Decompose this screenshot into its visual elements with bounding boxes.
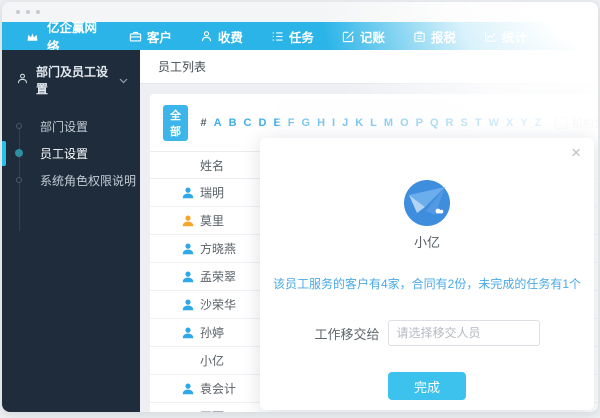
person-blue-icon xyxy=(182,383,194,395)
tab-bar: 员工列表 xyxy=(140,50,598,84)
nav-item-label: 帮助 xyxy=(572,30,598,45)
employee-name-cell: 孙婷 xyxy=(200,326,225,340)
customer-icon xyxy=(129,30,142,43)
timeline-dot xyxy=(16,176,22,183)
filter-all-badge[interactable]: 全部 xyxy=(163,105,188,141)
handover-message: 该员工服务的客户有4家，合同有2份，未完成的任务有1个 xyxy=(272,277,582,291)
employee-name-cell: 袁会计 xyxy=(200,382,237,396)
nav-item-4[interactable]: 报税 xyxy=(413,27,456,46)
nav-item-label: 记账 xyxy=(359,30,385,45)
letter-filter-#[interactable]: # xyxy=(197,117,210,129)
person-blue-icon xyxy=(182,187,194,199)
person-blue-icon xyxy=(182,299,194,311)
sidebar-item-label: 部门设置 xyxy=(40,120,89,134)
charge-icon xyxy=(200,30,213,43)
sidebar-item-label: 系统角色权限说明 xyxy=(40,174,137,188)
employee-name-cell: 王丽 xyxy=(200,408,224,412)
letter-filter-C[interactable]: C xyxy=(240,117,255,129)
top-navigation: 亿企赢网络 客户 收费 任务 记账 报税 统计? 帮助 xyxy=(2,21,598,54)
handover-form-row: 工作移交给 xyxy=(260,320,594,346)
person-blue-icon xyxy=(182,243,194,255)
employee-name-cell: 莫里 xyxy=(200,214,225,228)
sidebar-item-1[interactable]: 员工设置 xyxy=(2,140,140,167)
person-orange-icon xyxy=(182,215,194,227)
tax-icon xyxy=(413,30,426,43)
nav-item-label: 客户 xyxy=(146,30,172,45)
person-icon xyxy=(17,73,28,87)
person-blue-icon xyxy=(182,271,194,283)
task-icon xyxy=(271,30,284,43)
app-window: 亿企赢网络 客户 收费 任务 记账 报税 统计? 帮助 部门及员工设置 部门设置 员工设置 系统… xyxy=(2,2,598,412)
nav-item-1[interactable]: 收费 xyxy=(200,27,243,46)
timeline-dot xyxy=(15,148,23,157)
sidebar-item-0[interactable]: 部门设置 xyxy=(2,113,140,140)
nav-item-label: 统计 xyxy=(501,30,527,45)
sidebar-nav: 部门设置员工设置系统角色权限说明 xyxy=(2,113,140,231)
bookkeeping-icon xyxy=(342,30,355,43)
help-icon: ? xyxy=(555,30,568,43)
nav-item-3[interactable]: 记账 xyxy=(342,27,385,46)
close-icon[interactable]: × xyxy=(571,144,581,161)
transfer-to-label: 工作移交给 xyxy=(314,326,380,342)
letter-filter-B[interactable]: B xyxy=(225,117,240,129)
timeline-dot xyxy=(16,122,22,129)
xiaoyi-avatar xyxy=(404,180,450,226)
work-handover-dialog: × 小亿 该员工服务的客户有4家，合同有2份，未完成的任务有1个 工作移交给 完… xyxy=(260,138,594,410)
svg-text:?: ? xyxy=(559,33,563,40)
no-icon-spacer xyxy=(182,411,194,413)
employee-name-cell: 瑞明 xyxy=(200,186,225,200)
window-control-dot[interactable] xyxy=(36,10,40,14)
complete-button[interactable]: 完成 xyxy=(388,372,466,400)
main-menu: 客户 收费 任务 记账 报税 统计? 帮助 xyxy=(129,27,598,46)
window-control-dot[interactable] xyxy=(26,10,30,14)
letter-filter-A[interactable]: A xyxy=(210,117,225,129)
employee-name-cell: 孟荣翠 xyxy=(200,270,237,284)
sidebar-item-2[interactable]: 系统角色权限说明 xyxy=(2,167,140,194)
nav-item-2[interactable]: 任务 xyxy=(271,27,314,46)
sidebar-section-header[interactable]: 部门及员工设置 xyxy=(2,50,140,107)
nav-item-label: 报税 xyxy=(430,30,456,45)
sidebar-section-label: 部门及员工设置 xyxy=(36,65,109,96)
employee-name-cell: 小亿 xyxy=(200,354,225,368)
employee-name-cell: 方晓燕 xyxy=(200,242,237,256)
transfer-person-input[interactable] xyxy=(387,320,540,346)
chevron-down-icon xyxy=(119,73,128,87)
nav-item-0[interactable]: 客户 xyxy=(129,27,172,46)
nav-item-label: 收费 xyxy=(217,30,243,45)
crown-icon xyxy=(26,31,39,42)
name-column-header: 姓名 xyxy=(200,158,225,173)
sidebar: 部门及员工设置 部门设置员工设置系统角色权限说明 xyxy=(2,50,140,412)
no-icon-spacer xyxy=(182,355,194,367)
nav-item-6[interactable]: ? 帮助 xyxy=(555,27,598,46)
stats-icon xyxy=(484,30,497,43)
employee-name-cell: 沙荣华 xyxy=(200,298,237,312)
nav-item-label: 任务 xyxy=(288,30,314,45)
window-control-dot[interactable] xyxy=(16,10,20,14)
employee-name: 小亿 xyxy=(413,235,440,250)
nav-item-5[interactable]: 统计 xyxy=(484,27,527,46)
tab-employee-list[interactable]: 员工列表 xyxy=(158,58,206,75)
sidebar-item-label: 员工设置 xyxy=(40,147,89,161)
letter-filter-D[interactable]: D xyxy=(255,117,270,129)
person-blue-icon xyxy=(182,327,194,339)
